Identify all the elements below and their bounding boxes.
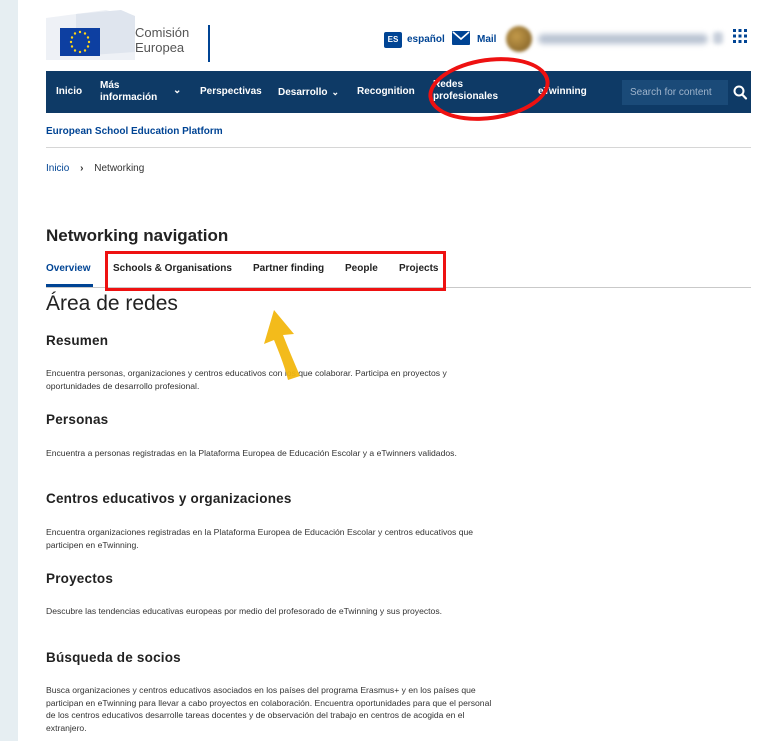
language-selector[interactable]: español [407,34,445,45]
eu-flag-logo[interactable] [46,10,135,60]
main-navbar: Inicio Más información ⌄ Perspectivas De… [46,71,751,113]
divider [46,147,751,148]
chevron-right-icon: › [80,163,84,174]
nav-item-inicio[interactable]: Inicio [56,86,82,98]
logo-line1: Comisión [135,25,190,40]
chevron-down-icon[interactable]: ⌄ [173,85,181,97]
nav-item-desarrollo[interactable]: Desarrollo ⌄ [278,86,339,99]
search-box [622,80,728,105]
avatar[interactable] [506,26,532,52]
section-heading-centros: Centros educativos y organizaciones [46,491,292,506]
section-heading-busqueda-socios: Búsqueda de socios [46,650,181,665]
section-text-personas: Encuentra a personas registradas en la P… [46,448,457,458]
nav-item-mas-informacion-label: Más información [100,80,158,103]
apps-grid-icon[interactable] [733,29,747,43]
logo-text[interactable]: Comisión Europea [135,25,189,55]
highlight-ellipse-annotation [424,49,554,129]
logo-line2: Europea [135,40,185,55]
user-menu-blurred[interactable] [713,32,723,44]
logo-divider [208,25,210,62]
networking-nav-title: Networking navigation [46,226,229,245]
page: Comisión Europea ES español Mail Inicio … [18,0,765,741]
arrow-up-annotation-icon [264,310,300,380]
language-badge[interactable]: ES [384,32,402,48]
highlight-box-annotation [105,251,446,291]
nav-item-desarrollo-label: Desarrollo [278,87,328,98]
user-name-blurred[interactable] [538,34,708,44]
nav-item-perspectivas[interactable]: Perspectivas [200,86,262,98]
section-text-proyectos: Descubre las tendencias educativas europ… [46,606,443,616]
section-text-busqueda-socios: Busca organizaciones y centros educativo… [46,685,492,733]
breadcrumb-home-link[interactable]: Inicio [46,163,69,174]
page-title: Área de redes [46,292,178,315]
section-heading-proyectos: Proyectos [46,571,114,586]
breadcrumb: Inicio › Networking [46,163,144,174]
chevron-down-icon: ⌄ [331,87,340,97]
breadcrumb-current: Networking [94,163,145,174]
search-icon[interactable] [729,80,751,105]
section-heading-personas: Personas [46,412,109,427]
mail-icon[interactable] [452,31,470,45]
section-text-centros: Encuentra organizaciones registradas en … [46,527,474,550]
mail-link[interactable]: Mail [477,34,496,45]
nav-item-recognition[interactable]: Recognition [357,86,415,98]
section-heading-resumen: Resumen [46,333,109,348]
nav-item-mas-informacion[interactable]: Más información [100,80,158,104]
search-input[interactable] [622,80,728,105]
tab-overview[interactable]: Overview [46,263,90,274]
platform-title[interactable]: European School Education Platform [46,126,223,137]
